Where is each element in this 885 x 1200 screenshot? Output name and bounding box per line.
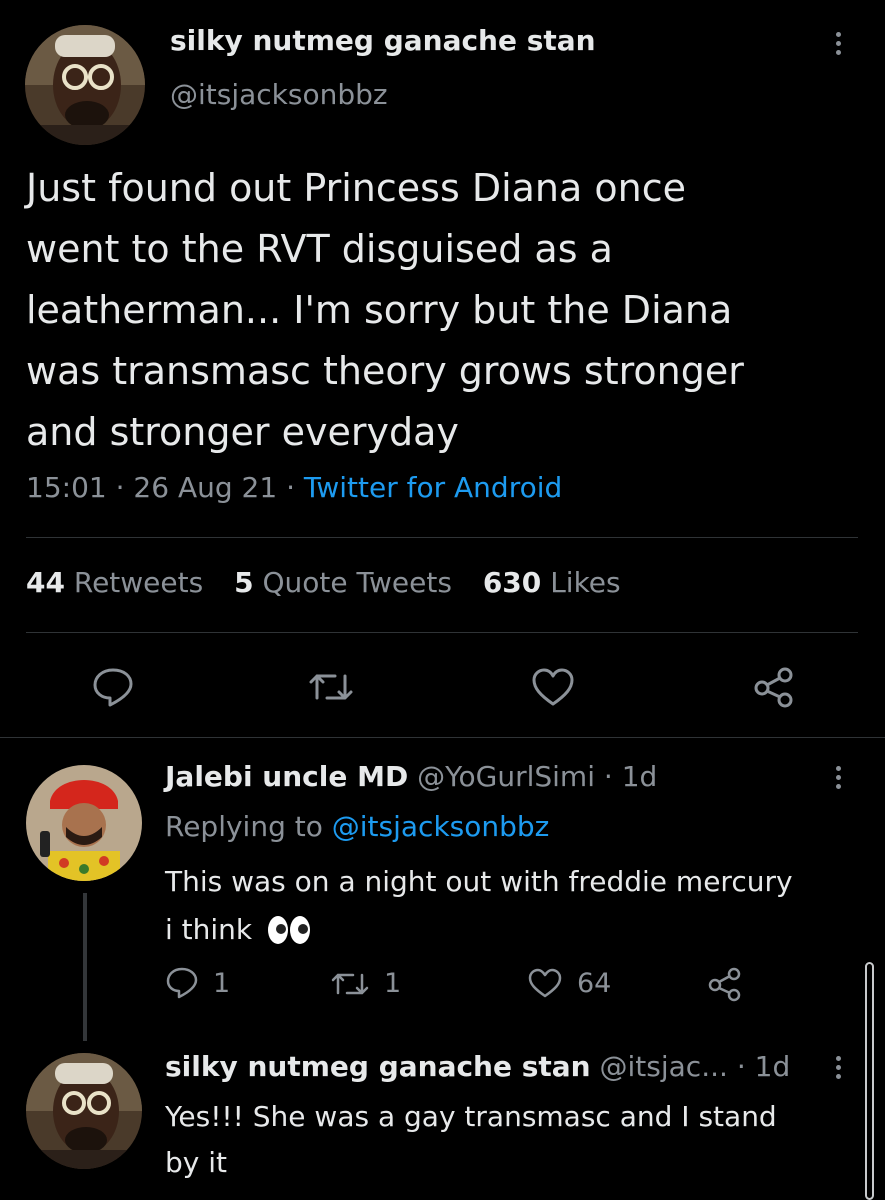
reply2-handle[interactable]: @itsjac... (600, 1050, 728, 1083)
retweet-icon[interactable] (307, 668, 355, 706)
reply1-display-name[interactable]: Jalebi uncle MD (165, 760, 408, 793)
divider (26, 632, 858, 633)
meta-separator: · (286, 471, 295, 504)
reply1-retweet-count: 1 (384, 968, 402, 999)
divider (0, 737, 885, 738)
more-icon[interactable] (836, 766, 841, 789)
main-display-name[interactable]: silky nutmeg ganache stan (170, 24, 596, 57)
tweet-text-line: went to the RVT disguised as a (26, 227, 613, 271)
tweet-text-line: Just found out Princess Diana once (26, 166, 686, 210)
reply1-like-action[interactable]: 64 (527, 967, 611, 999)
quotes-label: Quote Tweets (262, 566, 452, 599)
replying-handle-link[interactable]: @itsjacksonbbz (332, 810, 550, 843)
retweets-count: 44 (26, 566, 65, 599)
more-icon[interactable] (836, 1056, 841, 1079)
more-icon[interactable] (836, 32, 841, 55)
share-icon[interactable] (751, 665, 797, 709)
likes-stat[interactable]: 630 Likes (483, 566, 621, 599)
avatar-reply1[interactable] (26, 765, 142, 881)
reply1-text: This was on a night out with freddie mer… (165, 858, 793, 954)
eyes-emoji-icon (267, 915, 311, 945)
reply-icon[interactable] (91, 666, 135, 708)
retweet-icon (330, 969, 370, 999)
avatar-reply2[interactable] (26, 1053, 142, 1169)
replying-prefix: Replying to (165, 810, 323, 843)
tweet-stats: 44 Retweets 5 Quote Tweets 630 Likes (26, 566, 621, 599)
scrollbar[interactable] (865, 962, 874, 1200)
like-icon[interactable] (530, 666, 576, 708)
likes-label: Likes (550, 566, 621, 599)
quotes-stat[interactable]: 5 Quote Tweets (234, 566, 452, 599)
reply1-text-line: This was on a night out with freddie mer… (165, 865, 793, 898)
thread-line (83, 893, 87, 1041)
meta-separator: · (736, 1050, 746, 1083)
reply1-age[interactable]: 1d (622, 760, 658, 793)
reply2-text-line: Yes!!! She was a gay transmasc and I sta… (165, 1100, 777, 1133)
retweets-stat[interactable]: 44 Retweets (26, 566, 203, 599)
reply2-text: Yes!!! She was a gay transmasc and I sta… (165, 1094, 777, 1186)
reply1-text-line: i think (165, 906, 793, 954)
tweet-text-line: and stronger everyday (26, 410, 459, 454)
meta-separator: · (603, 760, 613, 793)
reply2-text-line: by it (165, 1146, 228, 1179)
divider (26, 537, 858, 538)
replying-to: Replying to @itsjacksonbbz (165, 810, 549, 843)
quotes-count: 5 (234, 566, 254, 599)
reply1-header: Jalebi uncle MD @YoGurlSimi · 1d (165, 760, 657, 793)
tweet-time: 15:01 (26, 471, 107, 504)
reply1-like-count: 64 (577, 967, 612, 999)
retweets-label: Retweets (73, 566, 204, 599)
share-icon[interactable] (706, 966, 744, 1002)
reply2-display-name[interactable]: silky nutmeg ganache stan (165, 1050, 591, 1083)
avatar-main[interactable] (25, 25, 145, 145)
reply2-header: silky nutmeg ganache stan @itsjac... · 1… (165, 1050, 790, 1083)
meta-separator: · (115, 471, 125, 504)
reply2-age[interactable]: 1d (755, 1050, 791, 1083)
reply1-handle[interactable]: @YoGurlSimi (417, 760, 595, 793)
like-icon (527, 967, 563, 999)
tweet-date[interactable]: 26 Aug 21 (133, 471, 277, 504)
tweet-text-line: leatherman... I'm sorry but the Diana (26, 288, 733, 332)
reply-icon (165, 966, 199, 1000)
reply1-text-line-content: i think (165, 913, 253, 946)
reply1-reply-action[interactable]: 1 (165, 966, 230, 1000)
tweet-text: Just found out Princess Diana once went … (26, 158, 876, 463)
tweet-source-link[interactable]: Twitter for Android (304, 471, 562, 504)
reply1-retweet-action[interactable]: 1 (330, 968, 401, 999)
main-handle[interactable]: @itsjacksonbbz (170, 78, 388, 111)
tweet-meta: 15:01 · 26 Aug 21 · Twitter for Android (26, 471, 562, 504)
tweet-text-line: was transmasc theory grows stronger (26, 349, 744, 393)
likes-count: 630 (482, 566, 542, 599)
reply1-reply-count: 1 (213, 967, 231, 999)
